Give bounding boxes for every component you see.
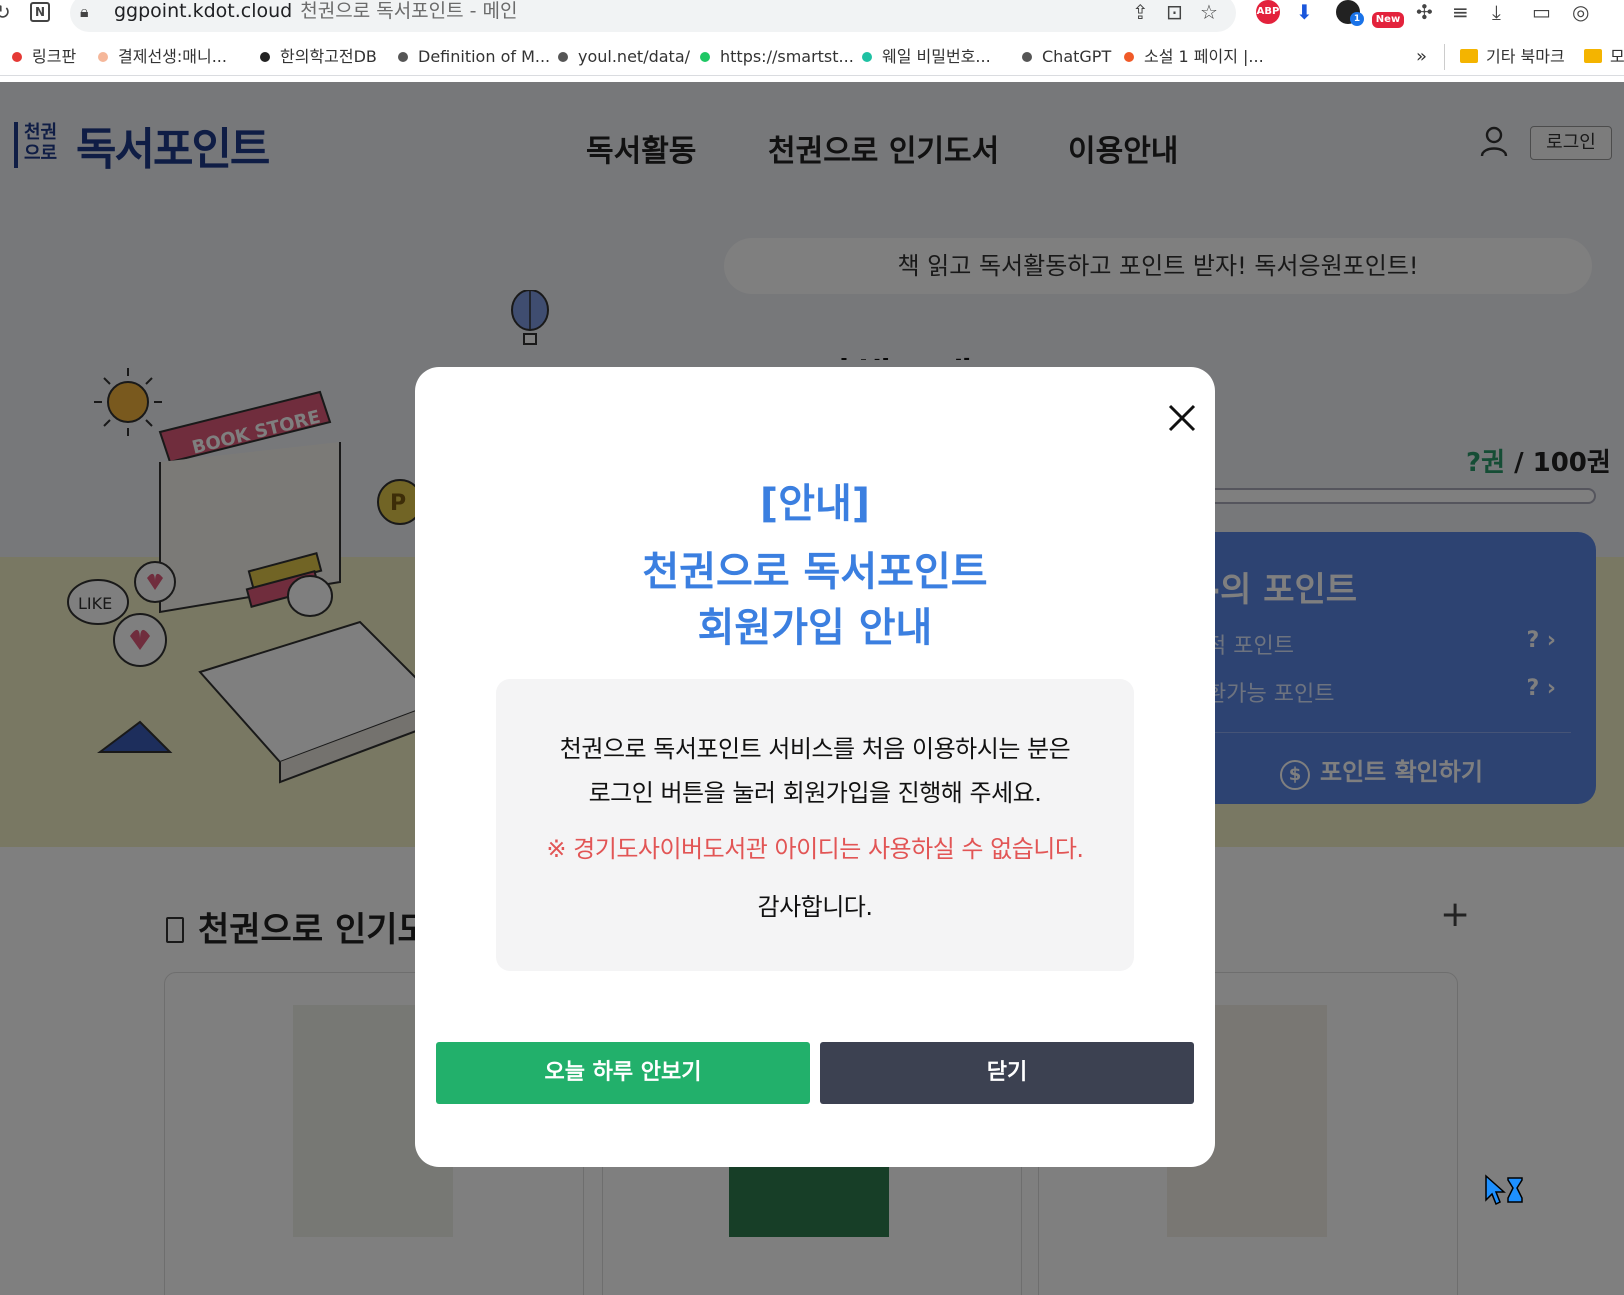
bookmarks-bar: 링크판 결제선생:매니... 한의학고전DB Definition of M..… (0, 40, 1624, 76)
favicon-dot (1124, 52, 1134, 62)
bookmarks-overflow-button[interactable]: » (1416, 46, 1427, 68)
download-arrow-icon[interactable]: ⬇ (1296, 0, 1313, 24)
bookmark-folder[interactable]: 모 (1584, 46, 1624, 68)
url-text[interactable]: ggpoint.kdot.cloud 천권으로 독서포인트 - 메인 (114, 0, 518, 24)
modal-thanks: 감사합니다. (757, 893, 873, 921)
bookmark-label: 링크판 (32, 47, 77, 66)
modal-title: 천권으로 독서포인트 (642, 549, 988, 595)
share-icon[interactable]: ⇪ (1132, 0, 1149, 24)
new-badge: New (1372, 12, 1404, 28)
bookmark-item[interactable]: youl.net/data/ (558, 46, 690, 68)
playlist-icon[interactable]: ≡ (1452, 0, 1469, 24)
bookmark-label: 웨일 비밀번호... (882, 47, 991, 66)
video-icon[interactable]: ▭ (1532, 0, 1551, 24)
tab-title: 천권으로 독서포인트 - 메인 (300, 0, 518, 22)
url-host: ggpoint.kdot.cloud (114, 0, 293, 22)
folder-label: 기타 북마크 (1486, 47, 1565, 66)
bookmark-star-icon[interactable]: ☆ (1200, 0, 1218, 24)
modal-body-line: 로그인 버튼을 눌러 회원가입을 진행해 주세요. (588, 779, 1042, 807)
favicon-dot (1022, 52, 1032, 62)
bookmark-divider (1444, 44, 1445, 70)
browser-toolbar: ↻ N 🔒︎ ggpoint.kdot.cloud 천권으로 독서포인트 - 메인… (0, 0, 1624, 36)
install-icon[interactable]: ⊡ (1166, 0, 1183, 24)
bookmark-label: ChatGPT (1042, 47, 1112, 66)
folder-icon (1460, 49, 1478, 63)
bookmark-label: youl.net/data/ (578, 47, 691, 66)
bookmark-item[interactable]: Definition of M... (398, 46, 550, 68)
bookmark-item[interactable]: 웨일 비밀번호... (862, 46, 991, 68)
folder-icon (1584, 49, 1602, 63)
hide-today-button[interactable]: 오늘 하루 안보기 (436, 1042, 810, 1104)
folder-label: 모 (1610, 47, 1624, 66)
favicon-dot (98, 52, 108, 62)
modal-warning: ※ 경기도사이버도서관 아이디는 사용하실 수 없습니다. (546, 835, 1084, 863)
close-button[interactable]: 닫기 (820, 1042, 1194, 1104)
signup-notice-modal: [안내] 천권으로 독서포인트 회원가입 안내 천권으로 독서포인트 서비스를 … (415, 367, 1215, 1167)
lock-icon[interactable]: 🔒︎ (80, 0, 89, 24)
screenshot-icon[interactable]: ◎ (1572, 0, 1589, 24)
modal-body-line: 천권으로 독서포인트 서비스를 처음 이용하시는 분은 (559, 735, 1071, 763)
favicon-dot (862, 52, 872, 62)
extension-badge: 1 (1350, 12, 1364, 26)
favicon-dot (260, 52, 270, 62)
bookmark-label: 한의학고전DB (280, 47, 377, 66)
bookmark-label: 결제선생:매니... (118, 47, 227, 66)
close-icon[interactable] (1167, 403, 1197, 433)
bookmark-folder[interactable]: 기타 북마크 (1460, 46, 1565, 68)
puzzle-icon[interactable]: ✣ (1416, 0, 1433, 24)
favicon-dot (12, 52, 22, 62)
adblock-icon[interactable]: ABP (1256, 0, 1280, 24)
modal-title-tag: [안내] (759, 481, 871, 527)
bookmark-item[interactable]: 링크판 (12, 46, 76, 68)
bookmark-item[interactable]: 결제선생:매니... (98, 46, 227, 68)
modal-message-box: 천권으로 독서포인트 서비스를 처음 이용하시는 분은 로그인 버튼을 눌러 회… (496, 679, 1134, 971)
bookmark-label: https://smartst... (720, 47, 854, 66)
bookmark-label: Definition of M... (418, 47, 551, 66)
busy-cursor-icon (1485, 1174, 1523, 1206)
bookmark-item[interactable]: ChatGPT (1022, 46, 1111, 68)
bookmark-item[interactable]: https://smartst... (700, 46, 854, 68)
modal-subtitle: 회원가입 안내 (697, 605, 933, 651)
bookmark-item[interactable]: 한의학고전DB (260, 46, 377, 68)
bookmark-label: 소설 1 페이지 |... (1144, 47, 1264, 66)
favicon-dot (398, 52, 408, 62)
downloads-icon[interactable]: ⤓ (1492, 0, 1501, 24)
favicon-dot (558, 52, 568, 62)
extension-n-icon[interactable]: N (30, 2, 50, 22)
bookmark-item[interactable]: 소설 1 페이지 |... (1124, 46, 1264, 68)
reload-icon[interactable]: ↻ (0, 0, 11, 24)
favicon-dot (700, 52, 710, 62)
